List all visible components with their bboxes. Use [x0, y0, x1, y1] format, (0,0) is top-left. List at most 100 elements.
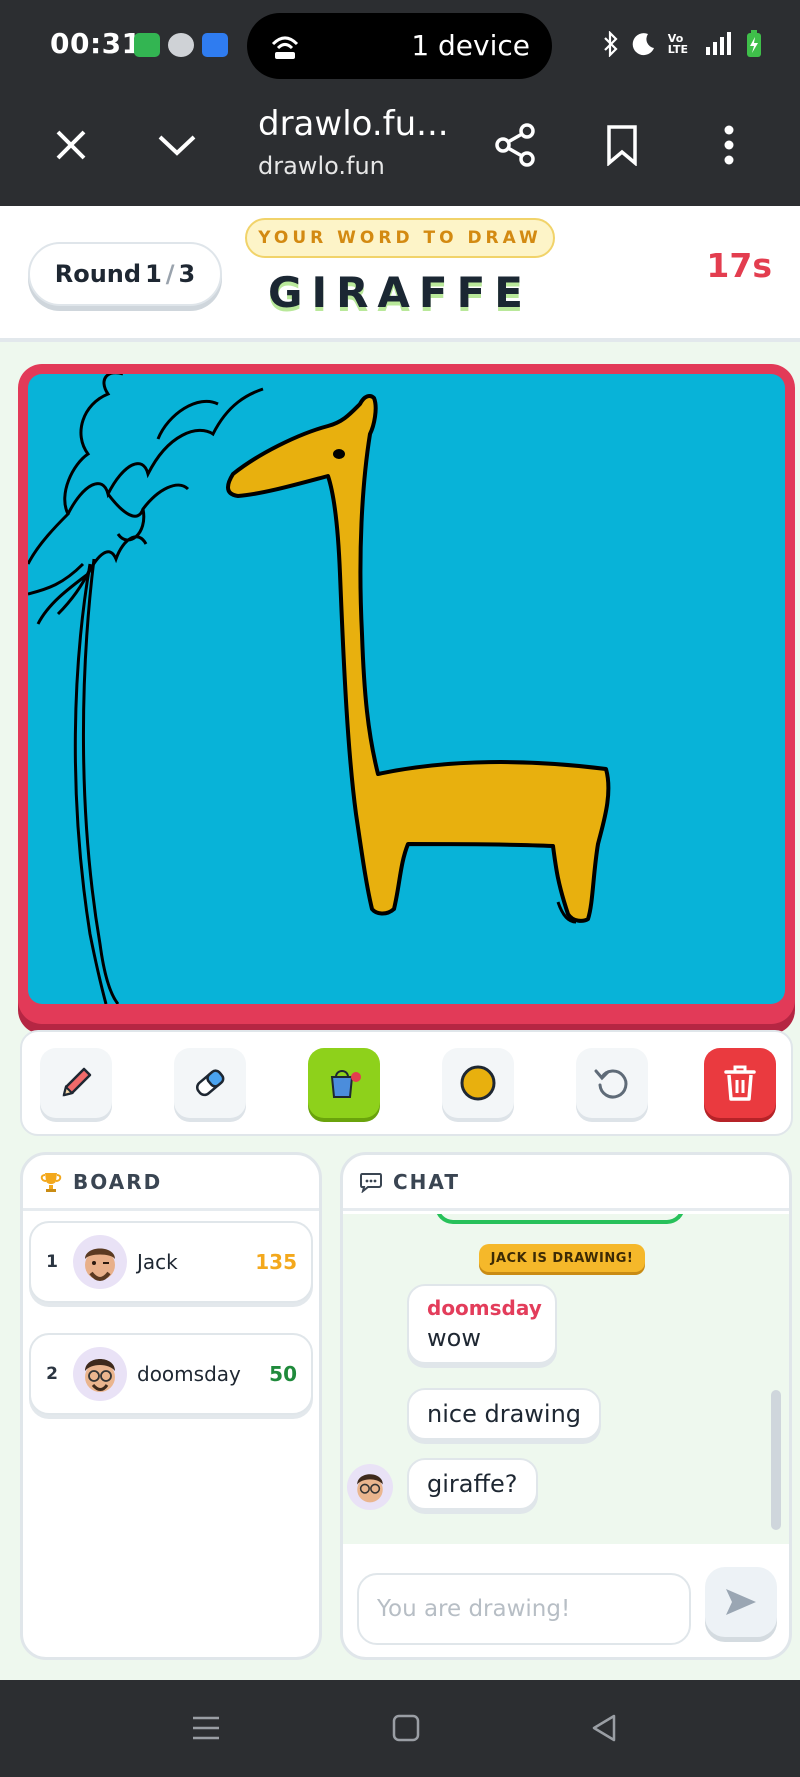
back-button[interactable] — [584, 1710, 624, 1746]
player-name: Jack — [137, 1250, 178, 1274]
undo-icon — [594, 1069, 628, 1099]
share-button[interactable] — [490, 120, 540, 170]
chevron-down-icon — [158, 135, 196, 156]
send-icon — [726, 1589, 756, 1615]
player-rank: 2 — [46, 1364, 58, 1384]
tree-foliage-stroke — [28, 374, 264, 575]
recent-apps-button[interactable] — [186, 1710, 226, 1746]
share-icon — [495, 123, 535, 167]
player-name: doomsday — [137, 1362, 241, 1386]
chat-header: CHAT — [343, 1155, 789, 1211]
notification-icons — [134, 33, 228, 57]
chat-message: giraffe? — [407, 1458, 538, 1510]
battery-charging-icon — [747, 30, 761, 57]
leaderboard-header: BOARD — [23, 1155, 319, 1211]
player-score: 50 — [269, 1362, 297, 1386]
bookmark-button[interactable] — [597, 120, 647, 170]
game-app: Round 1 / 3 YOUR WORD TO DRAW GIRAFFE 17… — [0, 206, 800, 1680]
square-icon — [392, 1714, 420, 1742]
status-bar: 00:31 1 device Vo LTE — [0, 0, 800, 90]
round-indicator: Round 1 / 3 — [28, 242, 222, 306]
drawing-canvas[interactable] — [28, 374, 785, 1004]
eraser-tool-button[interactable] — [174, 1048, 246, 1118]
leaderboard-panel: BOARD 1 Jack 135 2 doomsday 50 — [20, 1152, 322, 1660]
avatar — [347, 1464, 393, 1510]
message-text: wow — [427, 1324, 481, 1352]
moon-icon — [632, 33, 654, 56]
volte-icon: Vo LTE — [667, 32, 688, 56]
close-icon — [56, 130, 86, 160]
chat-scrollbar[interactable] — [771, 1390, 781, 1530]
message-text: giraffe? — [427, 1470, 518, 1498]
page-url[interactable]: drawlo.fun — [258, 152, 385, 180]
leaderboard-title: BOARD — [73, 1169, 163, 1194]
message-text: nice drawing — [427, 1400, 582, 1428]
color-swatch — [460, 1065, 496, 1101]
fill-bucket-icon — [330, 1070, 361, 1098]
trophy-icon — [40, 1172, 62, 1192]
color-picker-button[interactable] — [442, 1048, 514, 1118]
menu-icon — [193, 1716, 219, 1740]
system-icons: Vo LTE — [602, 30, 762, 58]
tree-trunk-stroke-2 — [81, 558, 120, 1004]
clear-canvas-button[interactable] — [704, 1048, 776, 1118]
canvas-frame — [18, 364, 795, 1024]
system-nav-bar — [0, 1680, 800, 1777]
bookmark-icon — [607, 125, 637, 166]
signal-icon — [706, 32, 731, 55]
chat-input[interactable]: You are drawing! — [357, 1573, 691, 1645]
eraser-icon — [195, 1069, 225, 1097]
close-tab-button[interactable] — [46, 120, 96, 170]
home-button[interactable] — [386, 1710, 426, 1746]
battery-saver-icon — [134, 33, 160, 57]
avatar — [73, 1347, 127, 1401]
android-icon — [202, 33, 228, 57]
pencil-icon — [62, 1067, 92, 1097]
status-time: 00:31 — [50, 27, 142, 60]
undo-button[interactable] — [576, 1048, 648, 1118]
message-author: doomsday — [427, 1296, 542, 1320]
chat-message: nice drawing — [407, 1388, 602, 1440]
round-separator: / — [165, 260, 175, 288]
round-current: 1 — [145, 260, 162, 288]
minimize-button[interactable] — [152, 120, 202, 170]
player-row: 1 Jack 135 — [29, 1221, 313, 1303]
device-count: 1 device — [411, 29, 530, 62]
drawing-toolbar — [20, 1030, 793, 1136]
bluetooth-icon — [604, 31, 618, 57]
game-header: Round 1 / 3 YOUR WORD TO DRAW GIRAFFE 17… — [0, 206, 800, 342]
send-button[interactable] — [705, 1567, 777, 1637]
secret-word: GIRAFFE — [267, 268, 533, 317]
round-label: Round — [54, 260, 142, 288]
player-score: 135 — [255, 1250, 297, 1274]
drawing — [28, 374, 611, 1004]
round-total: 3 — [178, 260, 196, 288]
player-rank: 1 — [46, 1252, 58, 1272]
tree-trunk-stroke — [73, 563, 108, 1004]
hotspot-icon — [271, 36, 299, 59]
system-message: JACK IS DRAWING! — [479, 1244, 645, 1272]
page-title[interactable]: drawlo.fu... — [258, 104, 449, 144]
speech-bubble-icon — [360, 1172, 382, 1193]
dynamic-pill[interactable]: 1 device — [247, 13, 552, 79]
more-vert-icon — [724, 125, 734, 165]
giraffe-shape — [226, 394, 611, 923]
back-triangle-icon — [592, 1714, 616, 1742]
more-menu-button[interactable] — [704, 120, 754, 170]
chat-messages[interactable]: JACK IS DRAWING! doomsday wow nice drawi… — [343, 1214, 789, 1544]
chat-panel: CHAT JACK IS DRAWING! doomsday wow nice … — [340, 1152, 792, 1660]
word-prompt-tag: YOUR WORD TO DRAW — [245, 218, 555, 258]
countdown-timer: 17s — [706, 246, 772, 285]
app-notification-icon — [168, 33, 194, 57]
chat-message: doomsday wow — [407, 1284, 557, 1364]
tree-branch-stroke — [28, 562, 92, 625]
browser-toolbar: drawlo.fu... drawlo.fun — [0, 90, 800, 206]
previous-message-bubble — [435, 1214, 685, 1224]
trash-icon — [724, 1065, 756, 1101]
avatar — [73, 1235, 127, 1289]
fill-tool-button[interactable] — [308, 1048, 380, 1118]
pencil-tool-button[interactable] — [40, 1048, 112, 1118]
giraffe-eye — [333, 449, 345, 459]
chat-title: CHAT — [393, 1169, 460, 1194]
player-row: 2 doomsday 50 — [29, 1333, 313, 1415]
